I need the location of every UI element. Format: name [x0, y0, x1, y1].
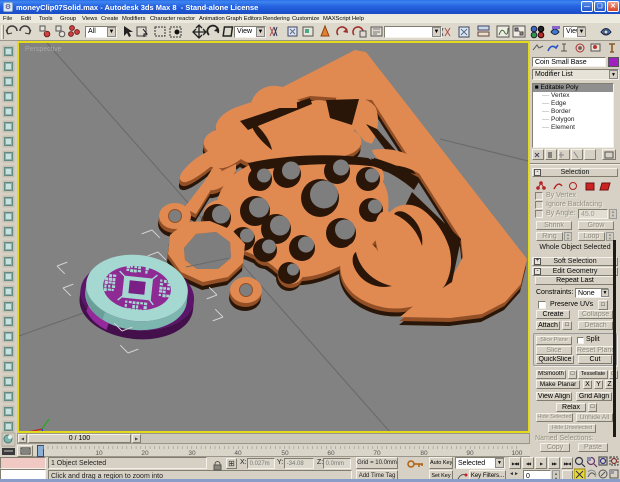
svg-text:90: 90: [466, 450, 474, 457]
svg-text:20: 20: [141, 450, 149, 457]
svg-text:50: 50: [281, 450, 289, 457]
svg-text:70: 70: [373, 450, 381, 457]
svg-text:80: 80: [420, 450, 428, 457]
svg-text:Perspective: Perspective: [25, 46, 62, 53]
svg-text:10: 10: [95, 450, 103, 457]
svg-text:100: 100: [512, 450, 523, 457]
svg-text:40: 40: [234, 450, 242, 457]
svg-text:60: 60: [327, 450, 335, 457]
svg-text:30: 30: [188, 450, 196, 457]
